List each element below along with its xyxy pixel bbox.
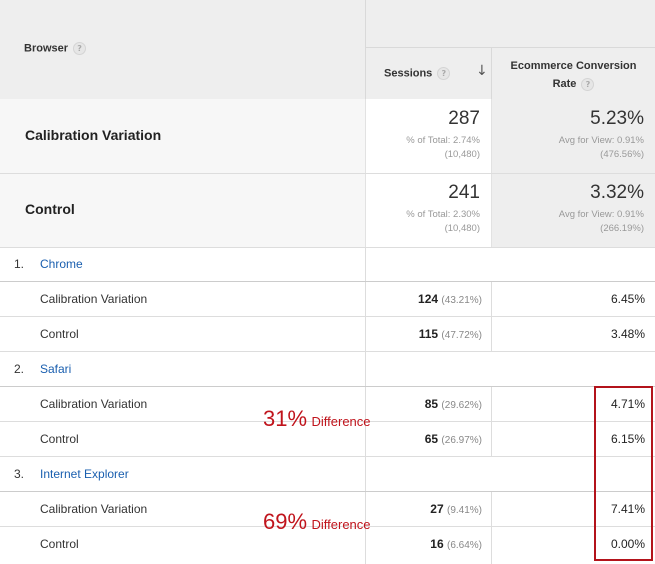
sessions-percent: (29.62%) xyxy=(441,400,482,411)
header-browser-label: Browser xyxy=(24,42,69,55)
segment-conv-total: 5.23% xyxy=(590,108,644,129)
segment-sessions-percent: % of Total: 2.74% xyxy=(406,135,480,146)
header-sessions-label: Sessions xyxy=(384,67,433,80)
row-divider xyxy=(0,316,655,317)
difference-annotation: 69% Difference xyxy=(263,509,371,535)
sessions-value: 85 xyxy=(424,397,439,411)
segment-conv-ratio: (476.56%) xyxy=(600,149,644,160)
sessions-percent: (47.72%) xyxy=(441,330,482,341)
row-divider xyxy=(0,281,655,282)
sessions-value: 124 xyxy=(418,292,439,306)
row-sessions: 27 (9.41%) xyxy=(366,502,482,516)
header-sessions[interactable]: Sessions? xyxy=(384,67,451,80)
sessions-value: 16 xyxy=(430,537,444,551)
help-icon[interactable]: ? xyxy=(73,42,87,55)
row-divider xyxy=(0,386,655,387)
header-top-filler xyxy=(365,0,655,47)
row-label: Calibration Variation xyxy=(40,292,148,306)
sessions-value: 115 xyxy=(418,327,439,341)
sessions-value: 65 xyxy=(424,432,439,446)
row-conversion: 3.48% xyxy=(610,327,645,341)
segment-conv-ratio: (266.19%) xyxy=(600,223,644,234)
header-divider xyxy=(491,47,492,99)
row-sessions: 16 (6.64%) xyxy=(366,537,482,551)
row-label: Calibration Variation xyxy=(40,397,148,411)
row-divider xyxy=(0,456,655,457)
segment-sessions-of-total: (10,480) xyxy=(444,223,480,234)
row-sessions: 115 (47.72%) xyxy=(366,327,482,341)
highlight-box xyxy=(594,386,653,561)
header-divider xyxy=(365,47,655,48)
help-icon[interactable]: ? xyxy=(581,77,595,91)
sessions-percent: (9.41%) xyxy=(446,505,482,516)
row-sessions: 65 (26.97%) xyxy=(366,432,482,446)
group-link-chrome[interactable]: Chrome xyxy=(40,257,83,271)
segment-sessions-of-total: (10,480) xyxy=(444,149,480,160)
group-index: 2. xyxy=(14,362,25,376)
segment-name: Calibration Variation xyxy=(25,127,162,143)
group-index: 3. xyxy=(14,467,25,481)
row-sessions: 85 (29.62%) xyxy=(366,397,482,411)
row-label: Control xyxy=(40,327,79,341)
header-conversion-rate[interactable]: Ecommerce Conversion Rate? xyxy=(492,57,655,93)
sessions-percent: (26.97%) xyxy=(441,435,482,446)
help-icon[interactable]: ? xyxy=(437,67,451,80)
row-conversion: 6.45% xyxy=(610,292,645,306)
segment-sessions-percent: % of Total: 2.30% xyxy=(406,209,480,220)
row-label: Control xyxy=(40,537,79,551)
difference-annotation: 31% Difference xyxy=(263,406,371,432)
segment-conv-avg: Avg for View: 0.91% xyxy=(558,135,644,146)
sessions-value: 27 xyxy=(430,502,444,516)
segment-name: Control xyxy=(25,201,75,217)
row-label: Control xyxy=(40,432,79,446)
difference-percent: 31% xyxy=(263,406,308,431)
segment-conv-total: 3.32% xyxy=(590,182,644,203)
sort-descending-icon[interactable]: ↓ xyxy=(476,63,488,79)
segment-conv-avg: Avg for View: 0.91% xyxy=(558,209,644,220)
segment-sessions-total: 241 xyxy=(448,182,480,203)
header-browser[interactable]: Browser? xyxy=(24,42,87,55)
header-conv-label-line1: Ecommerce Conversion xyxy=(510,60,637,72)
group-link-internet-explorer[interactable]: Internet Explorer xyxy=(40,467,129,481)
difference-label: Difference xyxy=(311,414,371,429)
difference-percent: 69% xyxy=(263,509,308,534)
segment-sessions-total: 287 xyxy=(448,108,480,129)
difference-label: Difference xyxy=(311,517,371,532)
group-link-safari[interactable]: Safari xyxy=(40,362,71,376)
header-divider xyxy=(365,0,366,99)
row-divider xyxy=(0,491,655,492)
row-divider xyxy=(0,351,655,352)
sessions-percent: (6.64%) xyxy=(446,540,482,551)
header-conv-label-line2: Rate xyxy=(552,78,577,90)
group-index: 1. xyxy=(14,257,25,271)
row-label: Calibration Variation xyxy=(40,502,148,516)
sessions-percent: (43.21%) xyxy=(441,295,482,306)
row-divider xyxy=(0,247,655,248)
row-sessions: 124 (43.21%) xyxy=(366,292,482,306)
